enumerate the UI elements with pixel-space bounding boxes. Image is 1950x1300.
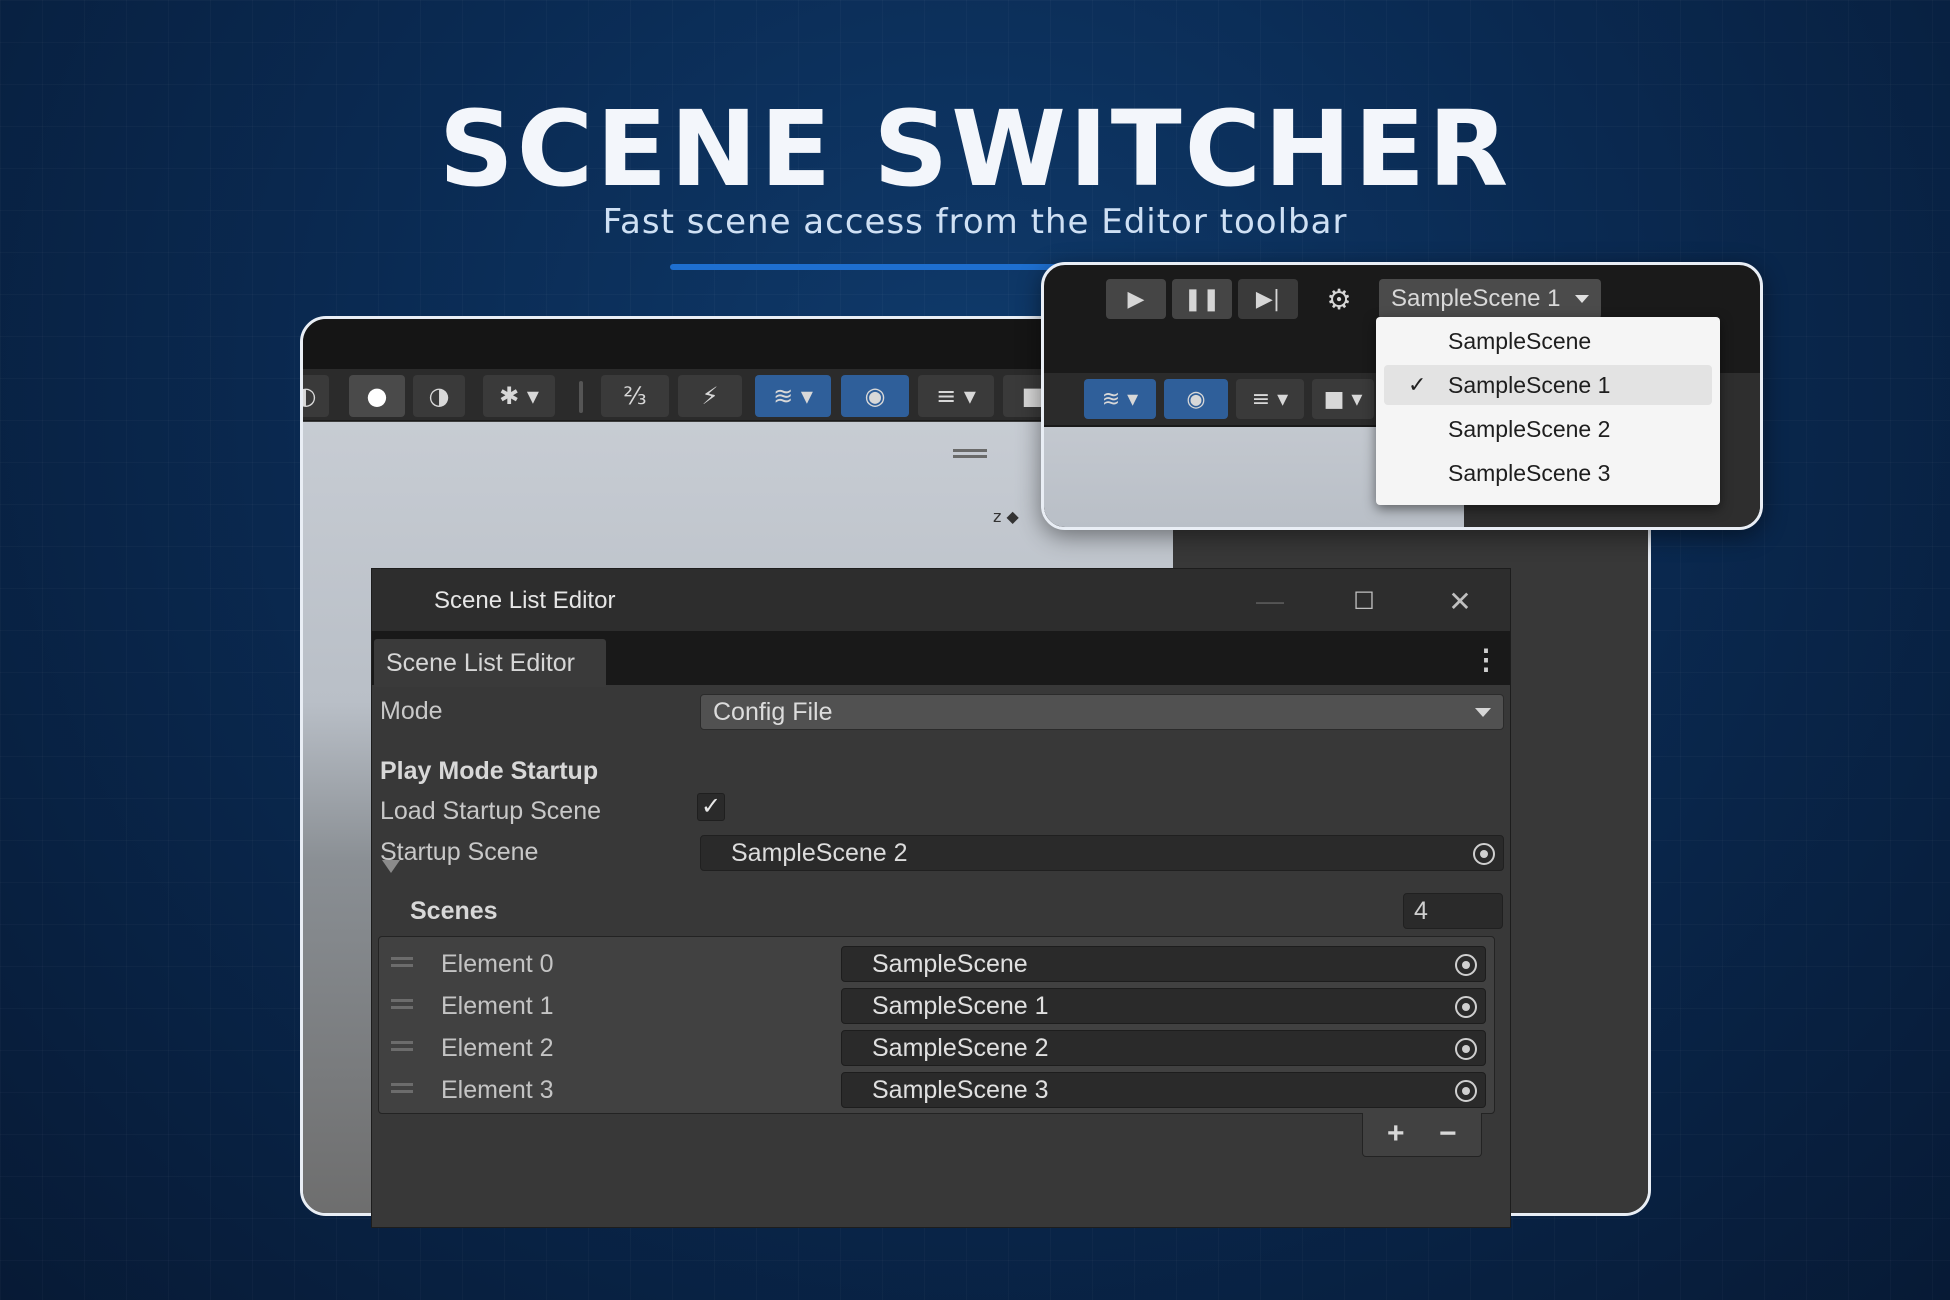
scene-object-field[interactable]: SampleScene 1 xyxy=(841,988,1486,1024)
drag-handle-icon[interactable] xyxy=(391,999,413,1002)
play-mode-startup-heading: Play Mode Startup xyxy=(380,757,599,785)
kebab-menu-icon[interactable]: ⋮ xyxy=(1472,643,1500,676)
scene-value: SampleScene 2 xyxy=(872,1034,1049,1062)
play-icon[interactable]: ▶ xyxy=(1106,279,1166,319)
chevron-down-icon xyxy=(1575,295,1589,303)
element-label: Element 2 xyxy=(441,1034,554,1062)
debug-dropdown-icon[interactable]: ✱ ▾ xyxy=(483,375,555,417)
scenes-count-field[interactable]: 4 xyxy=(1403,893,1503,929)
window-title: Scene List Editor xyxy=(434,587,616,614)
startup-scene-field[interactable]: SampleScene 2 xyxy=(700,835,1504,871)
shading-icon[interactable]: ◐ xyxy=(303,375,329,417)
scene-dropdown-menu: SampleScene ✓ SampleScene 1 SampleScene … xyxy=(1376,317,1720,505)
layers-icon[interactable]: ≡ ▾ xyxy=(918,375,994,417)
add-button[interactable]: + xyxy=(1387,1117,1405,1151)
toolbar-separator xyxy=(579,381,583,413)
scene-list-editor-window: Scene List Editor — ☐ ✕ Scene List Edito… xyxy=(371,568,1511,1228)
element-label: Element 0 xyxy=(441,950,554,978)
scene-switcher-label: SampleScene 1 xyxy=(1391,285,1561,312)
menu-item-samplescene-1[interactable]: ✓ SampleScene 1 xyxy=(1384,365,1712,405)
scene-value: SampleScene 3 xyxy=(872,1076,1049,1104)
drag-handle[interactable] xyxy=(953,455,987,458)
page-subtitle: Fast scene access from the Editor toolba… xyxy=(602,202,1348,242)
audio-mute-icon[interactable]: ⅔ xyxy=(601,375,669,417)
step-icon[interactable]: ▶| xyxy=(1238,279,1298,319)
scene-value: SampleScene xyxy=(872,950,1028,978)
gizmos-dropdown-icon[interactable]: ≋ ▾ xyxy=(755,375,831,417)
list-item: Element 1 SampleScene 1 xyxy=(379,985,1494,1027)
menu-item-label: SampleScene 1 xyxy=(1448,372,1611,398)
drag-handle-icon[interactable] xyxy=(391,957,413,960)
page-title: SCENE SWITCHER xyxy=(438,88,1512,210)
mode-dropdown[interactable]: Config File xyxy=(700,694,1504,730)
startup-scene-value: SampleScene 2 xyxy=(731,839,908,867)
minimize-icon[interactable]: — xyxy=(1250,581,1290,621)
close-icon[interactable]: ✕ xyxy=(1440,581,1480,621)
scene-object-field[interactable]: SampleScene 2 xyxy=(841,1030,1486,1066)
checkmark-icon: ✓ xyxy=(1408,372,1427,397)
tab-scene-list-editor[interactable]: Scene List Editor xyxy=(374,639,606,687)
camera-icon[interactable]: ■ ▾ xyxy=(1312,379,1374,419)
scenes-heading[interactable]: Scenes xyxy=(410,897,498,926)
object-picker-icon[interactable] xyxy=(1455,1038,1477,1060)
moon-icon[interactable]: ◑ xyxy=(413,375,465,417)
layers-icon[interactable]: ≡ ▾ xyxy=(1236,379,1304,419)
mode-label: Mode xyxy=(380,697,443,725)
object-picker-icon[interactable] xyxy=(1455,954,1477,976)
list-add-remove-footer: + − xyxy=(1362,1113,1482,1157)
drag-handle-icon[interactable] xyxy=(391,1041,413,1044)
pause-icon[interactable]: ❚❚ xyxy=(1172,279,1232,319)
axis-gizmo-icon[interactable]: z ◆ xyxy=(993,507,1019,526)
list-item: Element 2 SampleScene 2 xyxy=(379,1027,1494,1069)
object-picker-icon[interactable] xyxy=(1455,996,1477,1018)
menu-item-samplescene[interactable]: SampleScene xyxy=(1384,321,1712,361)
effects-toggle-icon[interactable]: ⚡ xyxy=(678,375,742,417)
mode-value: Config File xyxy=(713,698,833,726)
drag-handle[interactable] xyxy=(953,449,987,452)
eye-icon[interactable]: ◉ xyxy=(1164,379,1228,419)
load-startup-scene-checkbox[interactable]: ✓ xyxy=(697,793,725,821)
element-label: Element 3 xyxy=(441,1076,554,1104)
drag-handle-icon[interactable] xyxy=(391,1083,413,1086)
remove-button[interactable]: − xyxy=(1439,1117,1457,1151)
chevron-down-icon xyxy=(1475,708,1491,717)
list-item: Element 3 SampleScene 3 xyxy=(379,1069,1494,1111)
scene-object-field[interactable]: SampleScene xyxy=(841,946,1486,982)
load-startup-scene-label: Load Startup Scene xyxy=(380,797,601,825)
scenes-list: Element 0 SampleScene Element 1 SampleSc… xyxy=(378,936,1495,1114)
gear-icon[interactable]: ⚙ xyxy=(1319,279,1359,319)
eye-icon[interactable]: ◉ xyxy=(841,375,909,417)
scene-object-field[interactable]: SampleScene 3 xyxy=(841,1072,1486,1108)
list-item: Element 0 SampleScene xyxy=(379,943,1494,985)
menu-item-samplescene-2[interactable]: SampleScene 2 xyxy=(1384,409,1712,449)
foldout-arrow-icon[interactable] xyxy=(382,860,400,873)
object-picker-icon[interactable] xyxy=(1455,1080,1477,1102)
menu-item-samplescene-3[interactable]: SampleScene 3 xyxy=(1384,453,1712,493)
lighting-toggle-icon[interactable]: ● xyxy=(349,375,405,417)
scene-value: SampleScene 1 xyxy=(872,992,1049,1020)
maximize-icon[interactable]: ☐ xyxy=(1344,581,1384,621)
element-label: Element 1 xyxy=(441,992,554,1020)
toolbar-zoom-overlay: ▶ ❚❚ ▶| ⚙ SampleScene 1 ≋ ▾ ◉ ≡ ▾ ■ ▾ Sa… xyxy=(1041,262,1763,530)
object-picker-icon[interactable] xyxy=(1473,843,1495,865)
scene-switcher-dropdown[interactable]: SampleScene 1 xyxy=(1379,279,1601,319)
startup-scene-label: Startup Scene xyxy=(380,838,539,866)
gizmos-dropdown-icon[interactable]: ≋ ▾ xyxy=(1084,379,1156,419)
